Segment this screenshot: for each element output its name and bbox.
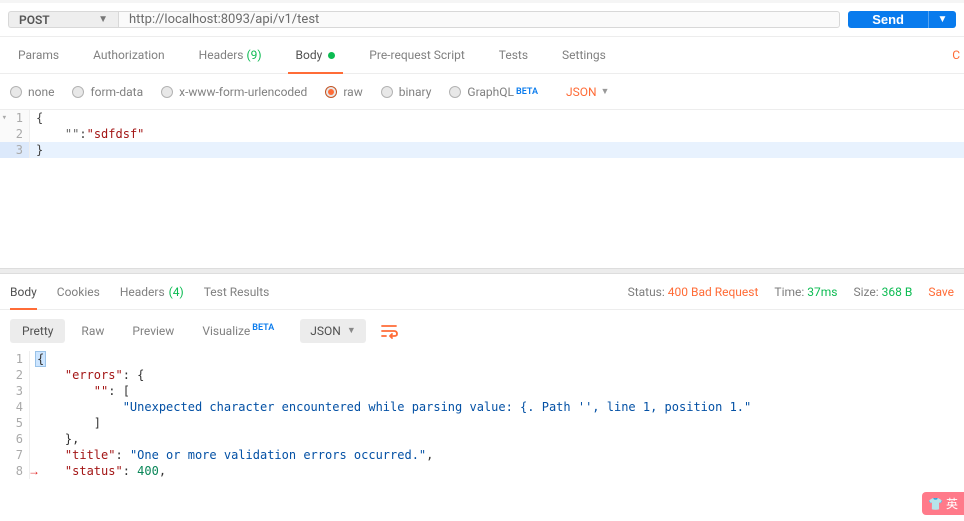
- body-binary-radio[interactable]: binary: [381, 85, 432, 99]
- ime-badge[interactable]: 👕 英: [922, 492, 964, 515]
- tab-settings[interactable]: Settings: [554, 37, 614, 73]
- body-type-row: none form-data x-www-form-urlencoded raw…: [0, 74, 964, 110]
- response-tab-body[interactable]: Body: [10, 274, 37, 309]
- save-response-button[interactable]: Save: [928, 285, 954, 299]
- headers-count: (9): [247, 48, 262, 62]
- tab-body[interactable]: Body: [288, 37, 344, 73]
- tab-authorization[interactable]: Authorization: [85, 37, 173, 73]
- send-more-button[interactable]: ▼: [928, 11, 956, 28]
- body-indicator-icon: [328, 52, 335, 59]
- chevron-down-icon: ▼: [98, 14, 108, 25]
- body-none-radio[interactable]: none: [10, 85, 54, 99]
- response-tabs: Body Cookies Headers (4) Test Results St…: [0, 274, 964, 310]
- request-body-editor[interactable]: 1▾{ 2 "":"sdfdsf" 3}: [0, 110, 964, 268]
- tab-tests[interactable]: Tests: [491, 37, 536, 73]
- chevron-down-icon: ▼: [347, 325, 356, 336]
- wrap-lines-icon[interactable]: [380, 323, 400, 339]
- tab-headers[interactable]: Headers (9): [191, 37, 270, 73]
- response-tab-tests[interactable]: Test Results: [204, 274, 270, 309]
- url-input[interactable]: http://localhost:8093/api/v1/test: [118, 11, 840, 28]
- time-value: 37ms: [807, 285, 837, 299]
- body-urlencoded-radio[interactable]: x-www-form-urlencoded: [161, 85, 307, 99]
- http-method-select[interactable]: POST ▼: [8, 11, 118, 28]
- url-bar: POST ▼ http://localhost:8093/api/v1/test…: [0, 3, 964, 37]
- fold-icon[interactable]: ▾: [2, 110, 7, 126]
- raw-format-select[interactable]: JSON ▼: [566, 85, 609, 99]
- body-formdata-radio[interactable]: form-data: [72, 85, 143, 99]
- cookies-link[interactable]: C: [952, 48, 960, 62]
- arrow-annotation-icon: [28, 463, 40, 479]
- body-raw-radio[interactable]: raw: [325, 85, 362, 99]
- view-raw-button[interactable]: Raw: [69, 319, 116, 343]
- response-tab-headers[interactable]: Headers (4): [120, 274, 184, 309]
- status-value: 400 Bad Request: [668, 285, 759, 299]
- response-format-select[interactable]: JSON ▼: [300, 319, 365, 343]
- response-status-area: Status: 400 Bad Request Time: 37ms Size:…: [628, 285, 954, 299]
- tab-prerequest[interactable]: Pre-request Script: [361, 37, 472, 73]
- chevron-down-icon: ▼: [938, 14, 948, 25]
- response-view-row: Pretty Raw Preview VisualizeBETA JSON ▼: [0, 310, 964, 351]
- view-preview-button[interactable]: Preview: [120, 319, 186, 343]
- send-button[interactable]: Send: [848, 11, 928, 28]
- view-pretty-button[interactable]: Pretty: [10, 319, 65, 343]
- response-body-editor[interactable]: 1{ 2 "errors": { 3 "": [ 4 "Unexpected c…: [0, 351, 964, 479]
- response-tab-cookies[interactable]: Cookies: [57, 274, 100, 309]
- shirt-icon: 👕: [928, 497, 943, 511]
- tab-params[interactable]: Params: [10, 37, 67, 73]
- method-value: POST: [19, 13, 50, 27]
- request-tabs: Params Authorization Headers (9) Body Pr…: [0, 37, 964, 74]
- view-visualize-button[interactable]: VisualizeBETA: [190, 318, 286, 343]
- size-value: 368 B: [882, 285, 913, 299]
- chevron-down-icon: ▼: [601, 86, 610, 97]
- body-graphql-radio[interactable]: GraphQLBETA: [449, 85, 538, 99]
